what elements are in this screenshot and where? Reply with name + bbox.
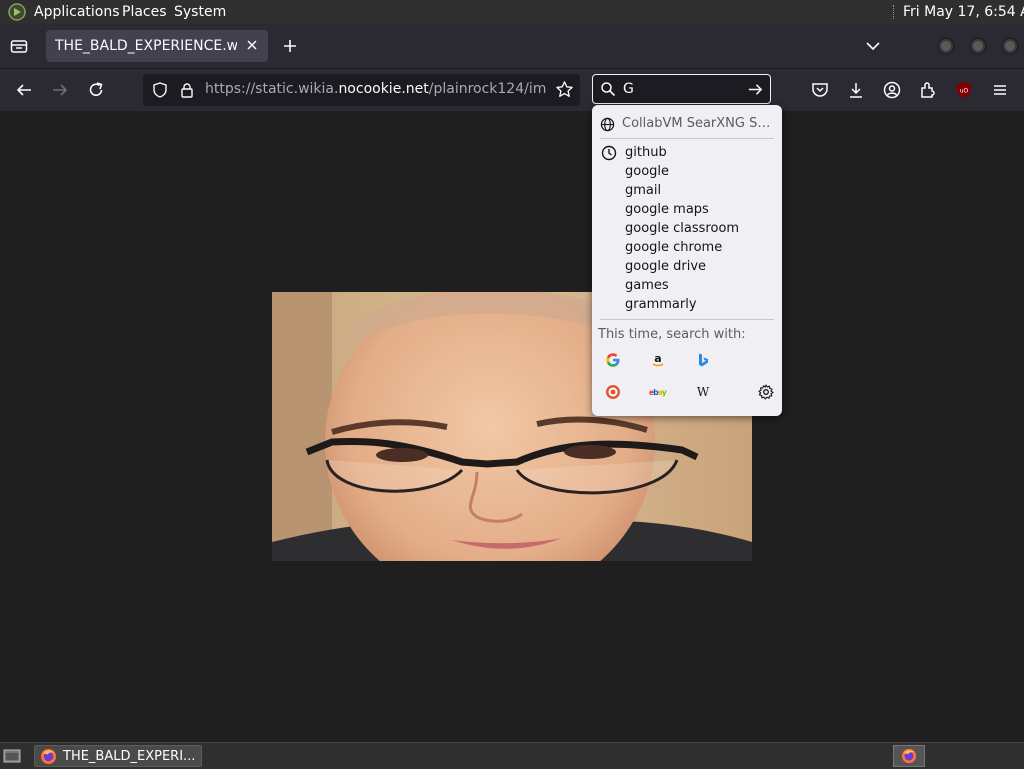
pocket-icon[interactable]: [810, 80, 830, 100]
duckduckgo-engine-button[interactable]: [602, 381, 624, 403]
bing-engine-button[interactable]: [692, 349, 714, 371]
system-menu[interactable]: System: [174, 4, 226, 20]
places-menu[interactable]: Places: [122, 4, 167, 20]
extensions-icon[interactable]: [918, 80, 938, 100]
url-prefix: https://static.wikia.: [205, 81, 339, 97]
back-arrow-icon[interactable]: [14, 80, 34, 100]
search-input[interactable]: G: [623, 81, 634, 97]
wikipedia-icon: W: [697, 385, 710, 399]
applications-menu[interactable]: Applications: [34, 4, 120, 20]
svg-text:a: a: [654, 352, 661, 365]
workspace-switcher[interactable]: [893, 745, 925, 767]
ebay-engine-button[interactable]: e b a y: [647, 381, 669, 403]
suggestion-item[interactable]: github: [625, 145, 667, 160]
close-window-button[interactable]: [1001, 37, 1019, 55]
taskbar: THE_BALD_EXPERI...: [0, 742, 1024, 769]
history-clock-icon: [601, 145, 617, 161]
taskbar-window-button[interactable]: THE_BALD_EXPERI...: [34, 745, 202, 767]
duckduckgo-icon: [606, 385, 620, 399]
chevron-down-icon[interactable]: [864, 38, 882, 54]
download-icon[interactable]: [846, 80, 866, 100]
suggestion-item[interactable]: google maps: [625, 202, 709, 217]
star-icon[interactable]: [555, 80, 574, 99]
shield-icon[interactable]: [151, 81, 169, 99]
show-desktop-icon[interactable]: [3, 748, 21, 764]
bing-icon: [699, 353, 708, 367]
ublock-origin-icon[interactable]: uO: [954, 80, 974, 100]
reload-icon[interactable]: [86, 80, 106, 100]
system-panel: Applications Places System Fri May 17, 6…: [0, 0, 1024, 24]
close-icon[interactable]: [244, 37, 260, 53]
ebay-icon: e b a y: [649, 388, 667, 397]
tab-active[interactable]: THE_BALD_EXPERIENCE.webp: [46, 30, 268, 62]
tab-title: THE_BALD_EXPERIENCE.webp: [55, 38, 237, 54]
svg-text:y: y: [662, 388, 667, 397]
lock-icon[interactable]: [178, 81, 196, 99]
engine-label: CollabVM SearXNG Se...: [622, 116, 772, 131]
suggestion-item[interactable]: games: [625, 278, 669, 293]
maximize-button[interactable]: [969, 37, 987, 55]
clock[interactable]: Fri May 17, 6:54 AM: [903, 4, 1024, 20]
firefox-icon: [40, 748, 57, 765]
divider: [600, 138, 774, 139]
search-icon: [601, 82, 616, 97]
svg-text:uO: uO: [960, 88, 969, 95]
divider: [600, 319, 774, 320]
suggestion-item[interactable]: grammarly: [625, 297, 697, 312]
menu-icon[interactable]: [990, 80, 1010, 100]
search-bar[interactable]: G: [592, 74, 771, 104]
url-path: /plainrock124/images/: [428, 81, 547, 97]
forward-arrow-icon[interactable]: [50, 80, 70, 100]
url-domain: nocookie.net: [338, 81, 429, 97]
mate-logo-icon[interactable]: [8, 3, 26, 21]
minimize-button[interactable]: [937, 37, 955, 55]
nav-bar: https://static.wikia.nocookie.net/plainr…: [0, 68, 1024, 111]
go-arrow-icon[interactable]: [747, 81, 764, 98]
one-off-search-label: This time, search with:: [598, 327, 746, 342]
url-bar[interactable]: https://static.wikia.nocookie.net/plainr…: [143, 74, 580, 106]
svg-text:W: W: [697, 385, 710, 399]
url-text[interactable]: https://static.wikia.nocookie.net/plainr…: [205, 81, 547, 97]
wikipedia-engine-button[interactable]: W: [692, 381, 714, 403]
suggestion-item[interactable]: google: [625, 164, 669, 179]
firefox-icon: [901, 748, 917, 764]
amazon-engine-button[interactable]: a: [647, 349, 669, 371]
google-engine-button[interactable]: [602, 349, 624, 371]
search-settings-button[interactable]: [755, 381, 777, 403]
suggestion-item[interactable]: google drive: [625, 259, 706, 274]
suggestion-item[interactable]: google chrome: [625, 240, 722, 255]
account-icon[interactable]: [882, 80, 902, 100]
gear-icon: [758, 384, 774, 400]
google-icon: [606, 353, 620, 367]
new-tab-plus-icon[interactable]: [281, 37, 299, 55]
taskbar-window-title: THE_BALD_EXPERI...: [63, 749, 196, 764]
firefox-view-icon[interactable]: [10, 38, 28, 54]
tab-strip: THE_BALD_EXPERIENCE.webp: [0, 24, 1024, 68]
suggestion-item[interactable]: google classroom: [625, 221, 739, 236]
amazon-icon: a: [652, 352, 664, 367]
globe-icon: [600, 117, 615, 132]
search-suggestions-panel: CollabVM SearXNG Se... github google gma…: [592, 105, 782, 416]
panel-separator: [893, 5, 896, 19]
suggestion-item[interactable]: gmail: [625, 183, 661, 198]
